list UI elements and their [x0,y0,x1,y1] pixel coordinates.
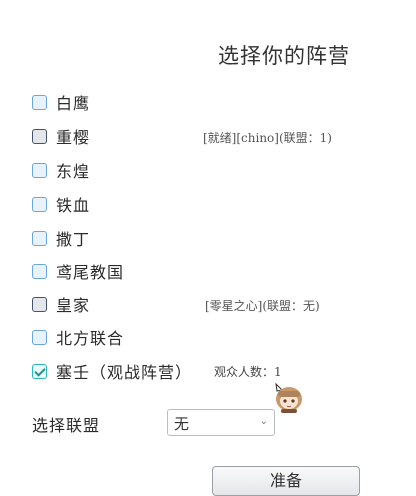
faction-label: 重樱 [56,128,91,147]
faction-label: 东煌 [56,162,91,181]
ready-button[interactable]: 准备 [212,466,360,496]
alliance-label: 选择联盟 [32,416,101,435]
faction-option-iris[interactable]: 鸢尾教国 [32,260,124,282]
faction-label: 塞壬（观战阵营） [56,363,193,382]
faction-label: 鸢尾教国 [56,263,125,282]
faction-option-iron-blood[interactable]: 铁血 [32,193,90,215]
faction-label: 北方联合 [56,329,125,348]
alliance-select-value: 无 [174,415,190,433]
chevron-down-icon: ⌄ [259,416,268,427]
faction-label: 撒丁 [56,230,91,249]
spectator-count: 观众人数：1 [214,365,282,379]
faction-checkbox[interactable] [32,128,47,144]
faction-option-royal[interactable]: 皇家 [32,293,90,315]
faction-option-white-eagle[interactable]: 白鹰 [32,91,90,113]
chibi-pet-icon [275,382,302,413]
faction-checkbox[interactable] [32,196,47,212]
faction-label: 白鹰 [56,94,91,113]
faction-checkbox[interactable] [32,263,47,279]
faction-status-sakura: [就绪][chino](联盟：1) [203,131,332,145]
faction-checkbox[interactable] [32,329,47,345]
faction-option-sakura[interactable]: 重樱 [32,125,90,147]
faction-option-dragon-empery[interactable]: 东煌 [32,159,90,181]
faction-checkbox[interactable] [32,162,47,178]
alliance-select[interactable]: 无 ⌄ [167,409,275,436]
faction-label: 铁血 [56,196,91,215]
faction-checkbox-checked[interactable] [32,363,47,379]
faction-checkbox[interactable] [32,94,47,110]
faction-option-siren-spectator[interactable]: 塞壬（观战阵营） [32,360,192,382]
faction-label: 皇家 [56,296,91,315]
faction-status-royal: [零星之心](联盟：无) [205,299,320,313]
faction-checkbox[interactable] [32,230,47,246]
page-title: 选择你的阵营 [218,44,350,68]
faction-checkbox[interactable] [32,296,47,312]
faction-option-sardegna[interactable]: 撒丁 [32,227,90,249]
faction-option-northern-parliament[interactable]: 北方联合 [32,326,124,348]
